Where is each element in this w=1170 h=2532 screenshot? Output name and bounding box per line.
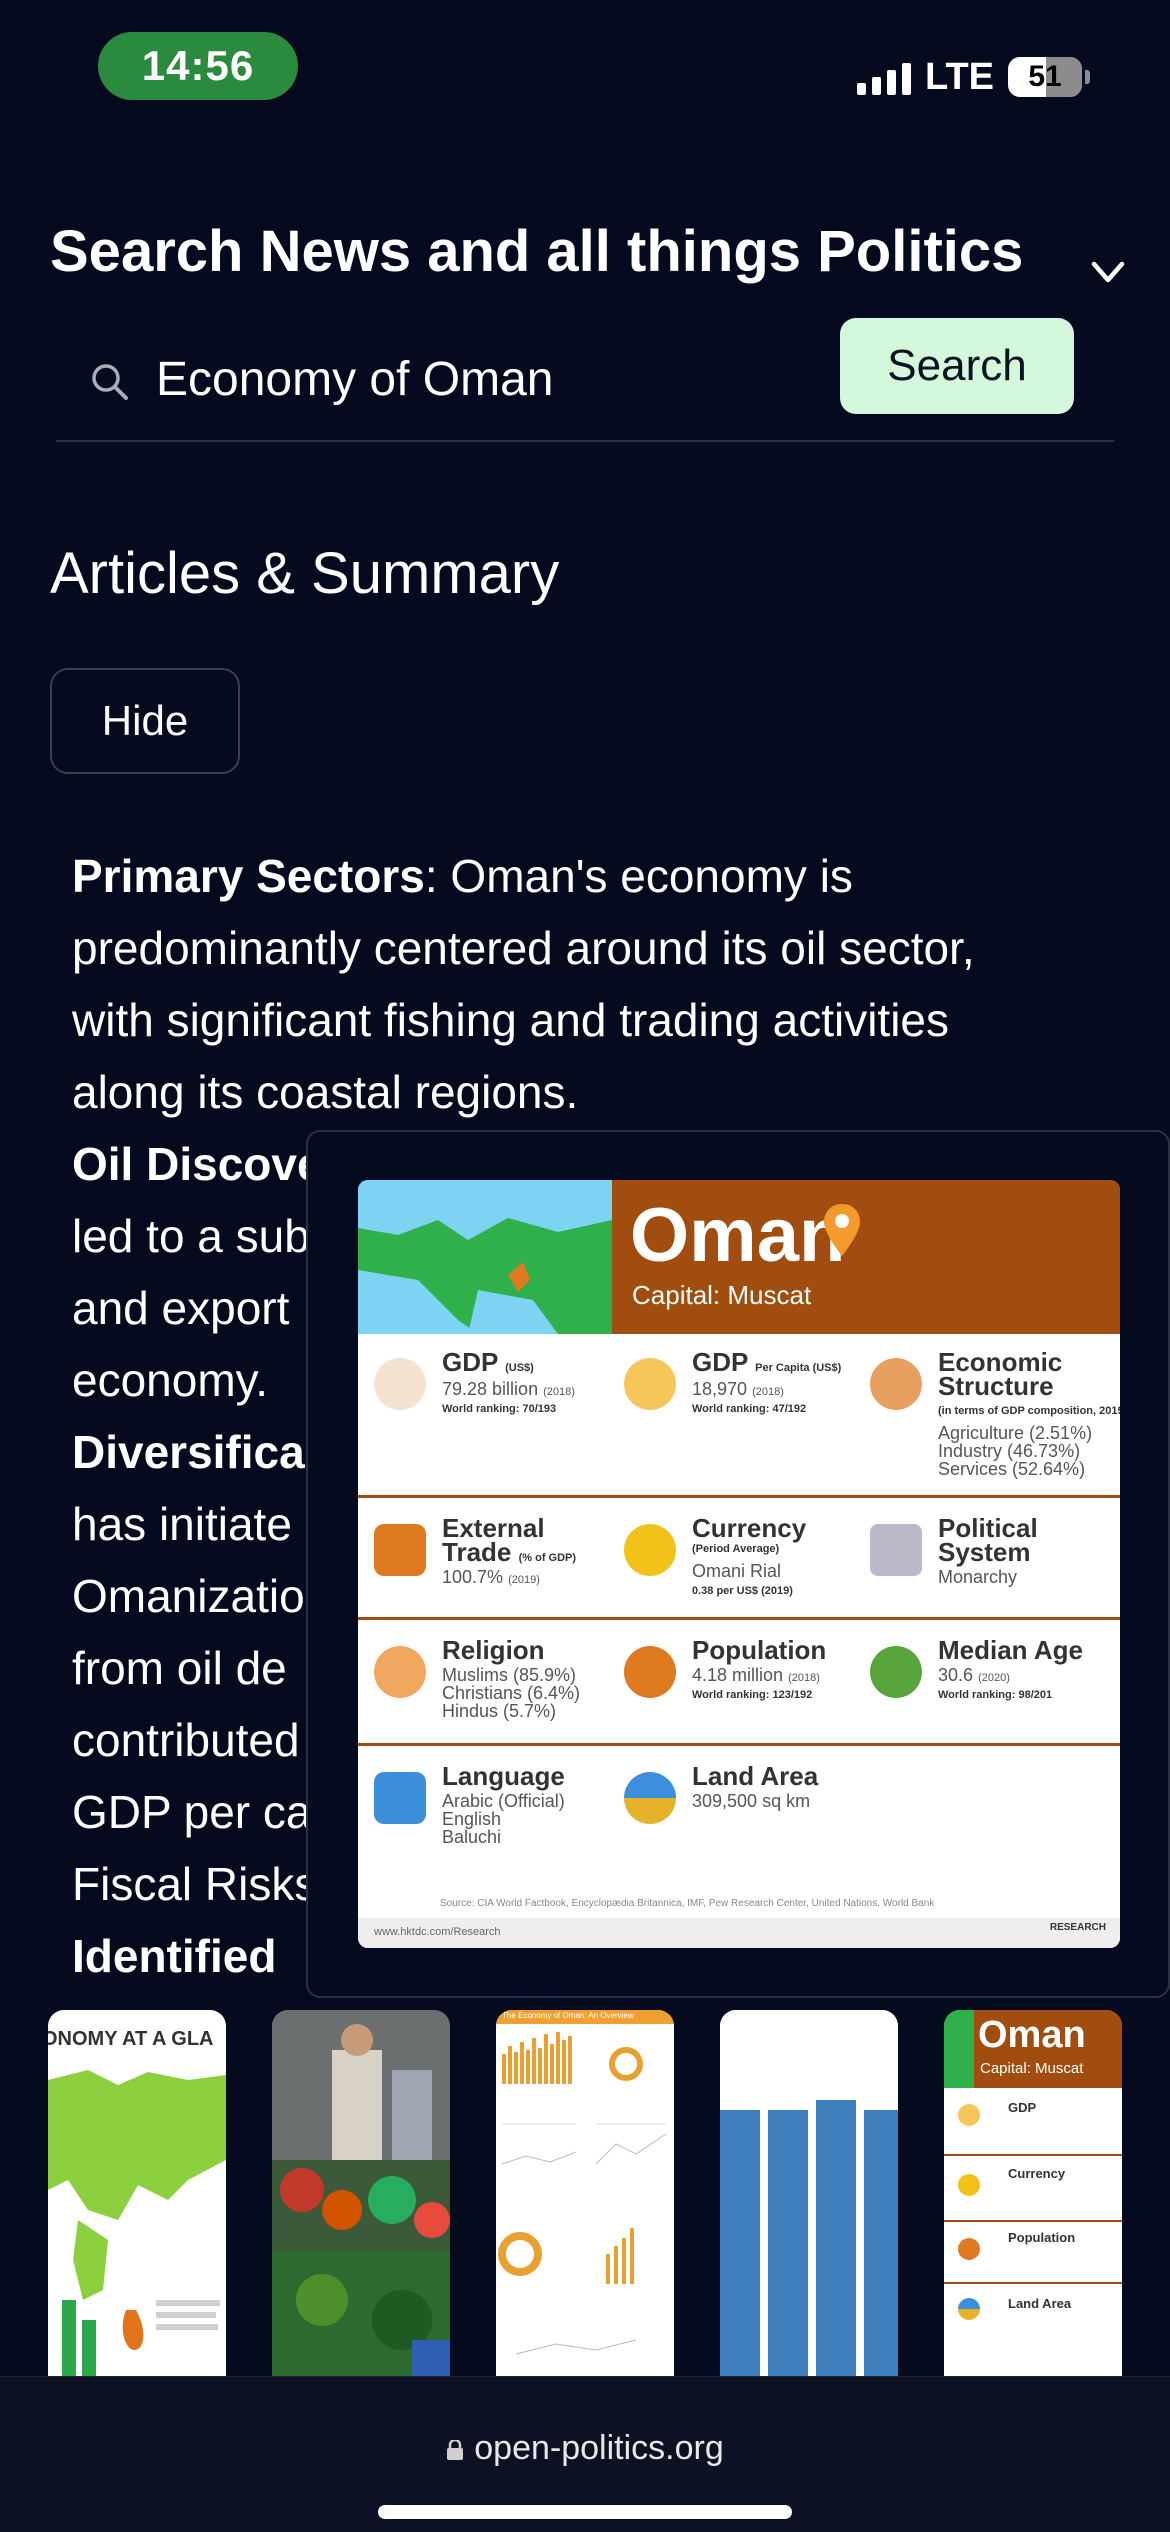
praying-hands-icon: [374, 1646, 426, 1698]
thumbnail-title: The Economy of Oman: An Overview: [502, 2011, 634, 2020]
population-cell: Population 4.18 million (2018) World ran…: [608, 1637, 858, 1738]
economic-structure-cell: Economic Structure (in terms of GDP comp…: [854, 1349, 1120, 1490]
infographic-row: Religion Muslims (85.9%) Christians (6.4…: [358, 1620, 1120, 1746]
thumbnail-subtitle: Capital: Muscat: [980, 2060, 1084, 2077]
chevron-down-icon[interactable]: [1088, 252, 1128, 292]
coin-hand-icon: [958, 2104, 980, 2126]
government-building-icon: [870, 1524, 922, 1576]
lock-icon: [447, 2440, 464, 2460]
infographic-title: Oman: [630, 1193, 846, 1278]
network-label: LTE: [925, 55, 994, 98]
url-text: open-politics.org: [474, 2429, 724, 2467]
infographic-source: Source: CIA World Factbook, Encyclopædia…: [440, 1898, 935, 1909]
infographic-row: Language Arabic (Official) English Baluc…: [358, 1746, 1120, 1896]
status-time: 14:56: [98, 32, 298, 100]
status-indicators: LTE 51: [857, 52, 1090, 102]
map-image: [358, 1180, 612, 1334]
coins-icon: [624, 1524, 676, 1576]
infographic-row: External Trade (% of GDP) 100.7% (2019) …: [358, 1498, 1120, 1620]
chart-icon: [374, 1358, 426, 1410]
political-system-cell: Political System Monarchy: [854, 1515, 1120, 1616]
article-line: Primary Sectors: Oman's economy is: [72, 850, 853, 902]
location-pin-icon: [824, 1204, 860, 1256]
gdp-per-capita-cell: GDP Per Capita (US$) 18,970 (2018) World…: [608, 1349, 858, 1490]
search-bar: Search: [56, 318, 1114, 442]
section-title: Articles & Summary: [50, 541, 560, 606]
currency-cell: Currency (Period Average) Omani Rial 0.3…: [608, 1515, 858, 1616]
infographic-capital: Capital: Muscat: [632, 1280, 812, 1310]
battery-level: 51: [1028, 60, 1062, 93]
article-line: along its coastal regions.: [72, 1066, 579, 1118]
bar-chart-image: [720, 2010, 898, 2376]
oman-infographic: Oman Capital: Muscat GDP (US$) 79.28 bil…: [358, 1180, 1120, 1948]
infographic-header: Oman Capital: Muscat: [612, 1180, 1120, 1334]
image-thumbnail[interactable]: [720, 2010, 898, 2376]
search-button[interactable]: Search: [840, 318, 1074, 414]
forklift-icon: [374, 1524, 426, 1576]
article-line: with significant fishing and trading act…: [72, 994, 950, 1046]
external-trade-cell: External Trade (% of GDP) 100.7% (2019): [358, 1515, 608, 1616]
battery-icon: 51: [1008, 57, 1090, 97]
thumbnail-title: Oman: [978, 2014, 1086, 2056]
image-thumbnail[interactable]: ONOMY AT A GLA: [48, 2010, 226, 2376]
gdp-cell: GDP (US$) 79.28 billion (2018) World ran…: [358, 1349, 608, 1490]
language-cell: Language Arabic (Official) English Baluc…: [358, 1763, 608, 1884]
signal-icon: [857, 59, 912, 95]
article-line: predominantly centered around its oil se…: [72, 922, 975, 974]
infographic-row: GDP (US$) 79.28 billion (2018) World ran…: [358, 1334, 1120, 1498]
person-icon: [958, 2238, 980, 2260]
person-icon: [624, 1646, 676, 1698]
search-icon: [92, 364, 128, 400]
tree-icon: [870, 1646, 922, 1698]
image-thumbnail[interactable]: The Economy of Oman: An Overview: [496, 2010, 674, 2376]
median-age-cell: Median Age 30.6 (2020) World ranking: 98…: [854, 1637, 1120, 1738]
image-thumbnail[interactable]: [272, 2010, 450, 2376]
hide-button[interactable]: Hide: [50, 668, 240, 774]
coin-hand-icon: [624, 1358, 676, 1410]
globe-icon: [624, 1772, 676, 1824]
religion-cell: Religion Muslims (85.9%) Christians (6.4…: [358, 1637, 608, 1738]
browser-bottom-bar: open-politics.org: [0, 2376, 1170, 2532]
image-preview-popup[interactable]: Oman Capital: Muscat GDP (US$) 79.28 bil…: [306, 1130, 1170, 1998]
infographic-footer: www.hktdc.com/Research RESEARCH: [358, 1918, 1120, 1948]
globe-icon: [958, 2298, 980, 2320]
coins-icon: [958, 2174, 980, 2196]
overview-charts-image: [498, 2032, 667, 2355]
home-indicator[interactable]: [378, 2505, 792, 2519]
url-bar[interactable]: open-politics.org: [0, 2429, 1170, 2468]
image-thumbnail[interactable]: Oman Capital: Muscat GDP Currency Popula…: [944, 2010, 1122, 2376]
market-photo: [272, 2010, 450, 2376]
world-map-image: [48, 2070, 226, 2376]
infographic-footer-url: www.hktdc.com/Research: [374, 1926, 501, 1938]
page-title: Search News and all things Politics: [50, 219, 1024, 284]
infographic-brand: RESEARCH: [1049, 1922, 1106, 1933]
workers-icon: [870, 1358, 922, 1410]
speech-bubbles-icon: [374, 1772, 426, 1824]
land-area-cell: Land Area 309,500 sq km: [608, 1763, 858, 1884]
search-input[interactable]: [156, 344, 796, 414]
